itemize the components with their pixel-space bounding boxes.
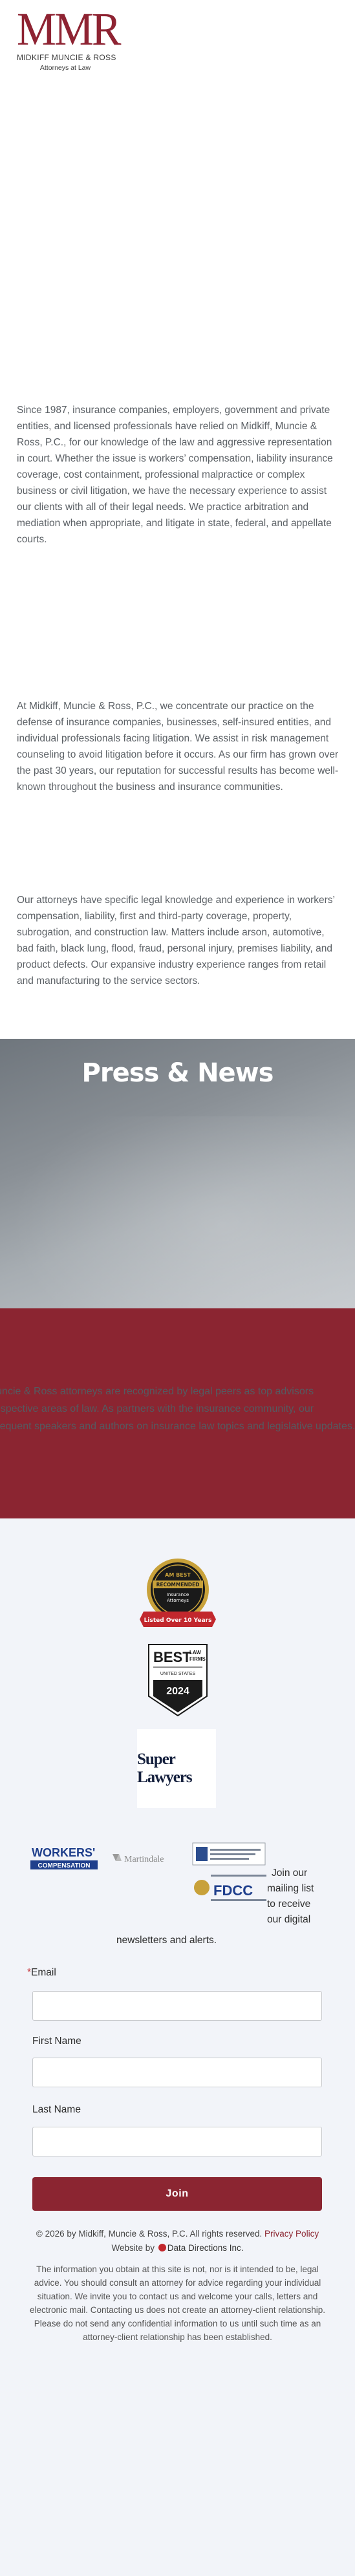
fdcc-logo: FDCC (191, 1873, 268, 1904)
american-college-logo (192, 1842, 266, 1866)
intro-paragraph-1: Since 1987, insurance companies, employe… (17, 405, 333, 545)
newsletter-line-3: to receive (267, 1899, 311, 1910)
am-best-mid-text: RECOMMENDED (156, 1582, 200, 1588)
super-lawyers-text: Super Lawyers (137, 1751, 193, 1786)
legal-disclaimer: The information you obtain at this site … (30, 2264, 325, 2342)
affiliations-row: WORKERS' COMPENSATION Martindale FDCC Jo… (0, 1816, 355, 1926)
best-law-year: 2024 (166, 1686, 189, 1697)
recognition-line-2: in their respective areas of law. As par… (0, 1403, 314, 1414)
site-header: MMR MIDKIFF MUNCIE & ROSS Attorneys at L… (0, 0, 355, 90)
privacy-policy-link[interactable]: Privacy Policy (264, 2229, 319, 2239)
data-directions-icon (158, 2244, 166, 2251)
website-by-text: Website by (111, 2243, 155, 2253)
email-label: *Email (27, 1967, 56, 1979)
am-best-sub1: Insurance (167, 1592, 189, 1597)
am-best-ribbon-text: Listed Over 10 Years (144, 1617, 212, 1624)
email-field[interactable] (32, 1991, 322, 2021)
recognition-line-3: attorneys are frequent speakers and auth… (0, 1421, 355, 1432)
martindale-logo: Martindale (111, 1852, 182, 1866)
fdcc-text: FDCC (213, 1882, 253, 1899)
martindale-text: Martindale (124, 1855, 164, 1864)
newsletter-line-2: mailing list (267, 1883, 314, 1894)
data-directions-link[interactable]: Data Directions Inc. (167, 2243, 244, 2253)
wc-logo-top: WORKERS' (32, 1846, 95, 1859)
join-button[interactable]: Join (32, 2177, 322, 2211)
newsletter-line-5: newsletters and alerts. (116, 1935, 217, 1946)
super-lawyers-badge: Super Lawyers (137, 1729, 216, 1808)
recognition-line-1: Midkiff, Muncie & Ross attorneys are rec… (0, 1386, 314, 1397)
best-law-word-3: FIRMS (189, 1656, 206, 1662)
recognition-band: Midkiff, Muncie & Ross attorneys are rec… (0, 1308, 355, 1518)
newsletter-line-4: our digital (267, 1914, 311, 1925)
footer-copyright-block: © 2026 by Midkiff, Muncie & Ross, P.C. A… (26, 2227, 329, 2255)
am-best-sub2: Attorneys (167, 1598, 189, 1603)
wc-logo-bottom: COMPENSATION (38, 1862, 91, 1869)
logo-mark: MMR (17, 3, 122, 55)
first-name-field[interactable] (32, 2058, 322, 2087)
workers-comp-logo: WORKERS' COMPENSATION (30, 1842, 98, 1875)
press-news-section: Press & News (0, 1039, 355, 1308)
newsletter-line-1: Join our (272, 1868, 308, 1879)
copyright-text: © 2026 by Midkiff, Muncie & Ross, P.C. A… (36, 2229, 263, 2239)
intro-paragraph-2: At Midkiff, Muncie & Ross, P.C., we conc… (17, 701, 339, 793)
last-name-label: Last Name (32, 2104, 81, 2115)
press-news-title[interactable]: Press & News (0, 1058, 355, 1088)
firm-logo[interactable]: MMR MIDKIFF MUNCIE & ROSS Attorneys at L… (17, 3, 122, 72)
email-label-text: Email (31, 1967, 56, 1978)
am-best-top-text: AM BEST (165, 1572, 191, 1578)
best-law-word-2: LAW (189, 1650, 201, 1655)
am-best-recommended-badge: AM BEST RECOMMENDED Insurance Attorneys … (134, 1557, 221, 1628)
first-name-label: First Name (32, 2036, 81, 2047)
intro-paragraph-3: Our attorneys have specific legal knowle… (17, 895, 335, 986)
logo-tagline: Attorneys at Law (39, 64, 91, 72)
last-name-field[interactable] (32, 2127, 322, 2156)
best-law-firms-badge: BEST LAW FIRMS UNITED STATES 2024 (145, 1641, 210, 1719)
best-law-country: UNITED STATES (160, 1672, 196, 1676)
best-law-word-1: BEST (153, 1649, 191, 1665)
